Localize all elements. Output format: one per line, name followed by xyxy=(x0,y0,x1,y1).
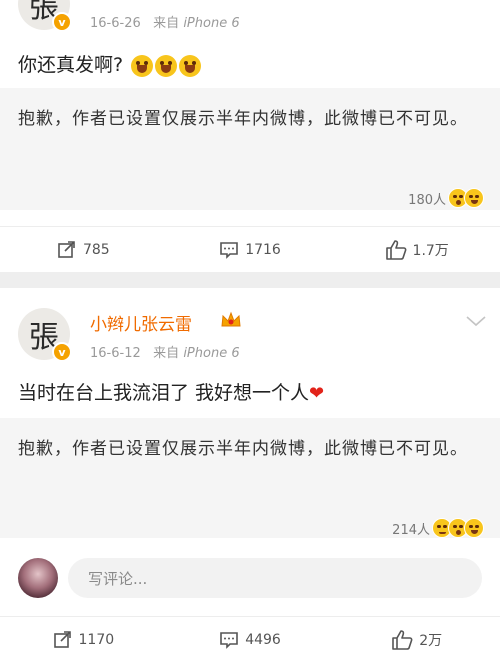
action-bar: 1170 4496 2万 xyxy=(0,617,500,663)
repost-count: 785 xyxy=(82,242,110,258)
post-text-content: 当时在台上我流泪了 我好想一个人 xyxy=(18,382,310,404)
crown-icon xyxy=(221,311,241,327)
crying-emoji-icon xyxy=(179,54,202,77)
comment-input[interactable]: 写评论... xyxy=(68,558,482,598)
likes-count-label: 214人 xyxy=(392,522,430,538)
reaction-faces xyxy=(432,518,484,538)
post-source-prefix: 来自 xyxy=(153,346,180,361)
post-text: 你还真发啊? xyxy=(18,50,202,77)
crying-emoji-icon xyxy=(131,54,154,77)
section-gap xyxy=(0,272,500,288)
current-user-avatar[interactable] xyxy=(18,558,58,598)
heart-icon: ❤ xyxy=(309,383,325,404)
post-text: 当时在台上我流泪了 我好想一个人❤ xyxy=(18,378,324,405)
laughing-face-icon xyxy=(464,188,484,208)
repost-button[interactable]: 785 xyxy=(0,227,167,273)
avatar[interactable]: 張 v xyxy=(18,308,72,362)
post-card-1: 張 v 16-6-26 来自 iPhone 6 你还真发啊? 抱歉，作者已设置仅… xyxy=(0,0,500,272)
repost-count: 1170 xyxy=(78,632,115,648)
likes-summary[interactable]: 180人 xyxy=(408,188,484,208)
like-count: 1.7万 xyxy=(412,243,449,259)
comment-button[interactable]: 1716 xyxy=(167,227,334,273)
post-meta: 16-6-26 来自 iPhone 6 xyxy=(90,12,240,31)
username[interactable]: 小辫儿张云雷 xyxy=(90,310,192,335)
like-button[interactable]: 1.7万 xyxy=(333,227,500,273)
repost-text: 抱歉，作者已设置仅展示半年内微博，此微博已不可见。 xyxy=(18,439,468,459)
verified-badge-icon: v xyxy=(52,12,72,32)
chevron-down-icon[interactable] xyxy=(465,314,487,328)
share-icon xyxy=(58,241,75,258)
likes-count-label: 180人 xyxy=(408,192,446,208)
comment-placeholder: 写评论... xyxy=(88,569,148,588)
repost-text: 抱歉，作者已设置仅展示半年内微博，此微博已不可见。 xyxy=(18,109,468,129)
like-button[interactable]: 2万 xyxy=(333,617,500,663)
crying-emoji-icon xyxy=(155,54,178,77)
post-time: 16-6-12 xyxy=(90,346,141,361)
comment-button[interactable]: 4496 xyxy=(167,617,334,663)
post-source-prefix: 来自 xyxy=(153,16,180,31)
laughing-face-icon xyxy=(464,518,484,538)
likes-summary[interactable]: 214人 xyxy=(392,518,484,538)
action-bar: 785 1716 1.7万 xyxy=(0,227,500,273)
comment-icon xyxy=(220,242,238,259)
thumbs-up-icon xyxy=(385,240,406,260)
post-time: 16-6-26 xyxy=(90,16,141,31)
comment-count: 4496 xyxy=(245,632,281,648)
post-card-2: 張 v 小辫儿张云雷 16-6-12 来自 iPhone 6 当时在台上我流泪了… xyxy=(0,288,500,667)
reaction-faces xyxy=(448,188,484,208)
avatar[interactable]: 張 v xyxy=(18,0,72,32)
comment-icon xyxy=(220,632,238,649)
repost-button[interactable]: 1170 xyxy=(0,617,167,663)
thumbs-up-icon xyxy=(392,630,413,650)
comment-count: 1716 xyxy=(245,242,281,258)
post-source: iPhone 6 xyxy=(183,16,240,31)
post-text-content: 你还真发啊? xyxy=(18,54,124,76)
verified-badge-icon: v xyxy=(52,342,72,362)
post-meta: 16-6-12 来自 iPhone 6 xyxy=(90,342,240,361)
share-icon xyxy=(53,631,71,648)
post-source: iPhone 6 xyxy=(183,346,240,361)
like-count: 2万 xyxy=(419,633,443,649)
